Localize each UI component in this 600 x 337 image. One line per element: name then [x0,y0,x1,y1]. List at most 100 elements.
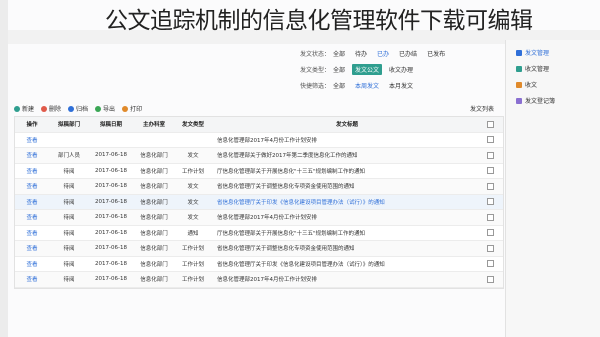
filter-option[interactable]: 收文办理 [386,64,416,75]
sidebar-item-mail[interactable]: 收文 [516,80,537,89]
table-row[interactable]: 查看 信息化管理部2017年4月份工作计划安排 [15,133,503,148]
cell-type: 工作计划 [181,277,204,284]
overlay-caption: 公文追踪机制的信息化管理软件下载可编辑 [105,8,533,34]
row-checkbox[interactable] [486,244,494,252]
filter-option[interactable]: 本周发文 [352,80,382,91]
row-action-link[interactable]: 查看 [15,244,49,252]
cell-title[interactable]: 厅信息化管理部关于开展信息化"十三五"规划编制工作的通知 [211,229,477,237]
cell-title[interactable]: 省信息化管理厅关于印发《信息化建设项目管理办法（试行）》的通知 [211,198,477,206]
table-row[interactable]: 查看 待阅 2017-06-18 信息化部门 通知 厅信息化管理部关于开展信息化"十三五"… [15,226,503,241]
table-row[interactable]: 查看 待阅 2017-06-18 信息化部门 工作计划 厅信息化管理部关于开展信息化"十三… [15,164,503,179]
row-action-link[interactable]: 查看 [15,198,49,206]
col-header-type: 发文类型 [181,122,204,129]
select-all-checkbox[interactable] [486,120,494,128]
row-checkbox[interactable] [486,136,494,144]
filter-option[interactable]: 已发布 [424,48,448,59]
button-label: 新建 [22,106,35,113]
sidebar-item-label: 收文 [525,82,538,89]
book-icon [516,97,522,104]
table-row[interactable]: 查看 待阅 2017-06-18 信息化部门 发文 省信息化管理厅关于调整信息化专项资金使… [15,179,503,195]
row-action-link[interactable]: 查看 [15,182,49,190]
cell-title[interactable]: 信息化管理部关于做好2017年第二季度信息化工作的通知 [211,151,477,159]
row-checkbox[interactable] [486,167,494,175]
export-button[interactable]: 导出 [95,104,115,113]
cell-dept: 待阅 [63,230,75,237]
row-action-link[interactable]: 查看 [15,275,49,283]
cell-select [477,182,503,190]
cell-title[interactable]: 省信息化管理厅关于印发《信息化建设项目管理办法（试行）》的通知 [211,260,477,268]
row-action-link[interactable]: 查看 [15,167,49,175]
cell-dept: 待阅 [63,277,75,284]
filter-option[interactable]: 已办 [374,48,392,59]
cell-org: 信息化部门 [140,230,168,237]
col-header-date: 拟稿日期 [99,122,122,129]
filter-label: 发文类型： [300,67,331,74]
cell-select [477,213,503,221]
row-action-link[interactable]: 查看 [15,213,49,221]
cell-date: 2017-06-18 [95,276,127,283]
row-action-link[interactable]: 查看 [15,151,49,159]
cell-type: 发文 [187,215,199,222]
filter-row-type: 发文类型： 全部 发文公文 收文办理 [300,64,416,75]
sidebar-item-receive[interactable]: 收文管理 [516,64,549,73]
cell-org: 信息化部门 [140,153,168,160]
filter-option-selected[interactable]: 发文公文 [352,64,383,75]
button-label: 删除 [49,106,62,113]
delete-icon [41,105,48,112]
app-window: 公文追踪机制的信息化管理软件下载可编辑 发文管理 收文管理 收文 发文登记簿 发… [0,0,600,337]
row-checkbox[interactable] [486,275,494,283]
sidebar-item-register[interactable]: 发文登记簿 [516,96,555,105]
cell-select [477,260,503,268]
new-button[interactable]: 新建 [14,104,34,113]
row-checkbox[interactable] [486,260,494,268]
cell-title[interactable]: 厅信息化管理部关于开展信息化"十三五"规划编制工作的通知 [211,167,477,175]
col-header-title: 发文标题 [335,122,358,129]
cell-title[interactable]: 信息化管理部2017年4月份工作计划安排 [211,136,477,144]
filter-option[interactable]: 全部 [330,64,348,75]
button-label: 打印 [130,106,143,113]
toolbar: 新建 删除 归档 导出 打印 [14,104,142,113]
col-header-dept: 拟稿部门 [57,122,80,129]
cell-title[interactable]: 省信息化管理厅关于调整信息化专项资金使用范围的通知 [211,244,477,252]
cell-date: 2017-06-18 [95,152,127,159]
cell-org: 信息化部门 [140,168,168,175]
table-row[interactable]: 查看 待阅 2017-06-18 信息化部门 工作计划 省信息化管理厅关于调整信息化专项资… [15,241,503,257]
cell-dept: 待阅 [63,246,75,253]
sidebar-item-label: 收文管理 [525,66,550,73]
plus-icon [14,105,20,112]
filter-option[interactable]: 本月发文 [386,80,416,91]
filter-option[interactable]: 全部 [330,80,348,91]
cell-title[interactable]: 信息化管理部2017年4月份工作计划安排 [211,275,477,283]
sidebar-item-send[interactable]: 发文管理 [516,48,549,57]
table-row[interactable]: 查看 待阅 2017-06-18 信息化部门 工作计划 省信息化管理厅关于印发《信息化建设… [15,257,503,272]
row-action-link[interactable]: 查看 [15,136,49,144]
sidebar-item-label: 发文管理 [525,50,550,57]
cell-type: 工作计划 [181,246,204,253]
cell-title[interactable]: 信息化管理部2017年4月份工作计划安排 [211,213,477,221]
table-row[interactable]: 查看 待阅 2017-06-18 信息化部门 发文 信息化管理部2017年4月份工作计划安… [15,210,503,226]
row-checkbox[interactable] [486,229,494,237]
row-checkbox[interactable] [486,151,494,159]
row-checkbox[interactable] [486,182,494,190]
row-checkbox[interactable] [486,213,494,221]
row-action-link[interactable]: 查看 [15,260,49,268]
inbox-icon [516,65,522,72]
table-row[interactable]: 查看 待阅 2017-06-18 信息化部门 工作计划 信息化管理部2017年4月份工作计… [15,272,503,288]
row-checkbox[interactable] [486,198,494,206]
cell-type: 发文 [187,153,199,160]
delete-button[interactable]: 删除 [41,104,61,113]
cell-title[interactable]: 省信息化管理厅关于调整信息化专项资金使用范围的通知 [211,182,477,190]
filter-option[interactable]: 全部 [330,48,348,59]
cell-dept: 待阅 [63,184,75,191]
cell-dept: 待阅 [63,261,75,268]
table-row[interactable]: 查看 部门人员 2017-06-18 信息化部门 发文 信息化管理部关于做好2017年第二… [15,148,503,164]
filter-option[interactable]: 待办 [352,48,370,59]
table-row[interactable]: 查看 待阅 2017-06-18 信息化部门 发文 省信息化管理厅关于印发《信息化建设项目… [15,194,503,210]
cell-date: 2017-06-18 [95,245,127,252]
cell-org: 信息化部门 [140,199,168,206]
print-button[interactable]: 打印 [122,104,142,113]
row-action-link[interactable]: 查看 [15,229,49,237]
cell-dept: 待阅 [63,199,75,206]
filter-option[interactable]: 已办结 [396,48,420,59]
archive-button[interactable]: 归档 [68,104,88,113]
